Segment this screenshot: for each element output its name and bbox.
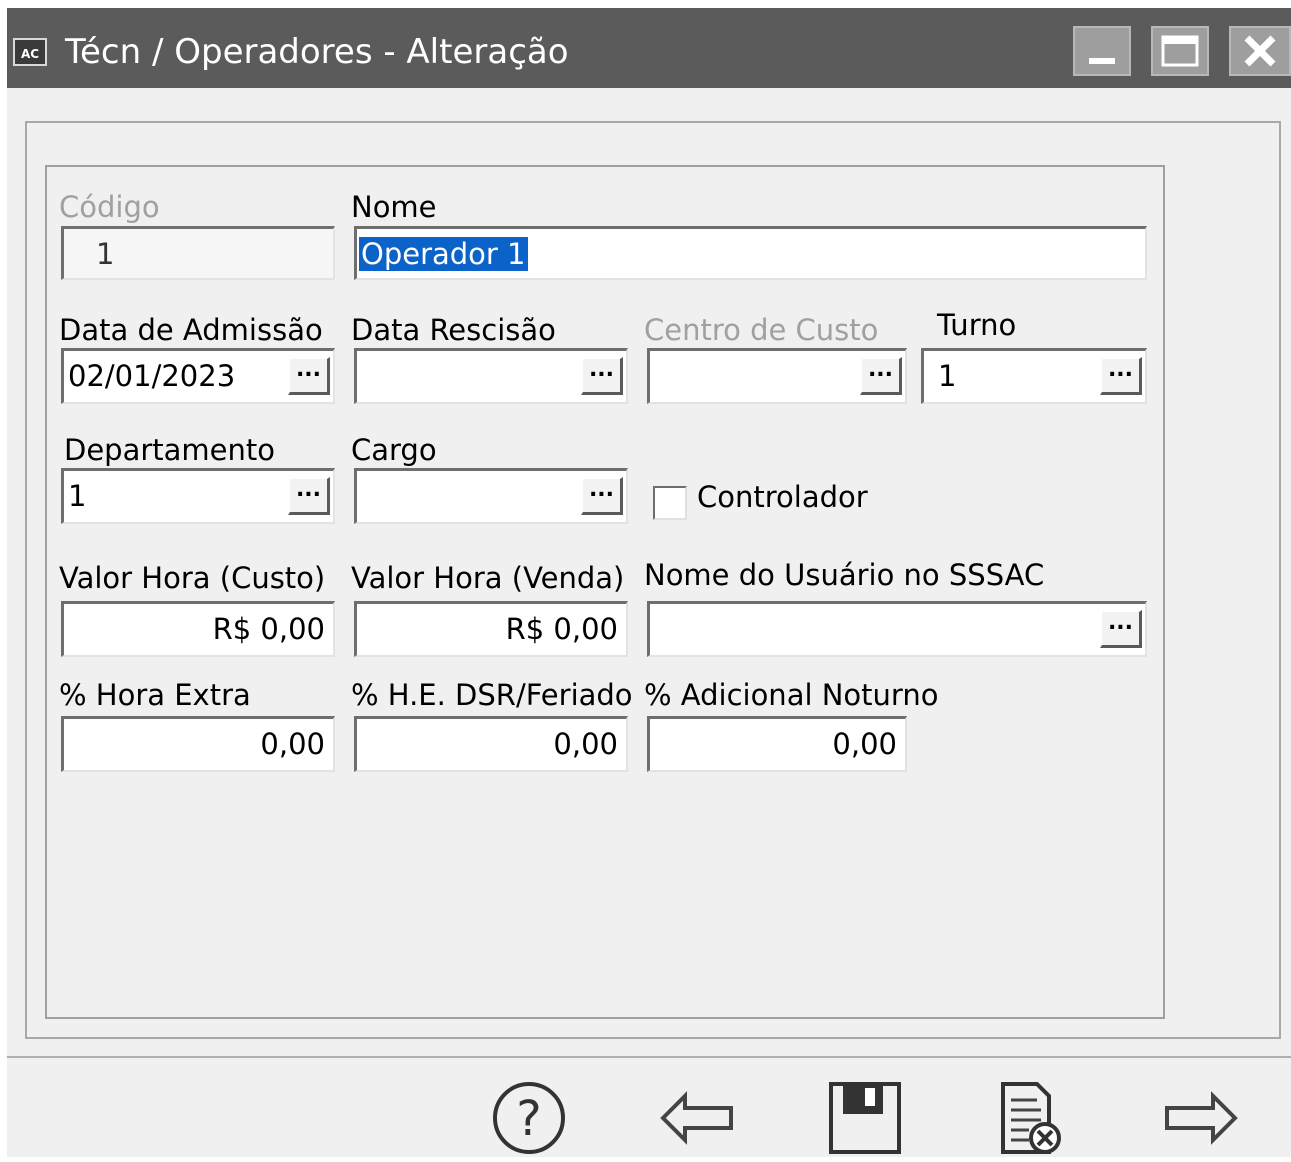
centro-custo-label: Centro de Custo: [644, 313, 879, 347]
turno-lookup-button[interactable]: ...: [1100, 357, 1142, 395]
cargo-input[interactable]: ...: [354, 468, 628, 524]
centro-custo-input[interactable]: ...: [647, 348, 907, 404]
turno-value: 1: [938, 359, 957, 393]
app-icon[interactable]: AC: [13, 38, 47, 66]
title-bar[interactable]: AC Técn / Operadores - Alteração: [7, 8, 1291, 88]
maximize-icon: [1161, 35, 1199, 67]
controlador-label[interactable]: Controlador: [697, 480, 868, 514]
he-dsr-feriado-label: % H.E. DSR/Feriado: [351, 678, 633, 712]
help-icon: ?: [493, 1082, 565, 1154]
valor-hora-venda-label: Valor Hora (Venda): [351, 561, 625, 595]
adicional-noturno-label: % Adicional Noturno: [644, 678, 939, 712]
valor-hora-custo-value: R$ 0,00: [212, 612, 325, 646]
close-button[interactable]: [1229, 26, 1291, 76]
minimize-button[interactable]: [1073, 26, 1131, 76]
adicional-noturno-value: 0,00: [832, 727, 897, 761]
operator-edit-window: AC Técn / Operadores - Alteração Código …: [7, 8, 1291, 1157]
nome-value: Operador 1: [359, 237, 528, 271]
maximize-button[interactable]: [1151, 26, 1209, 76]
help-button[interactable]: ?: [489, 1078, 569, 1158]
adicional-noturno-input[interactable]: 0,00: [647, 716, 907, 772]
usuario-sssac-lookup-button[interactable]: ...: [1100, 610, 1142, 648]
close-icon: [1244, 35, 1276, 67]
save-button[interactable]: [825, 1078, 905, 1158]
valor-hora-custo-input[interactable]: R$ 0,00: [61, 601, 335, 657]
window-title: Técn / Operadores - Alteração: [65, 32, 569, 72]
he-dsr-feriado-input[interactable]: 0,00: [354, 716, 628, 772]
data-admissao-input[interactable]: 02/01/2023 ...: [61, 348, 335, 404]
data-rescisao-lookup-button[interactable]: ...: [581, 357, 623, 395]
nome-label: Nome: [351, 190, 437, 224]
hora-extra-label: % Hora Extra: [59, 678, 251, 712]
departamento-value: 1: [68, 479, 87, 513]
data-admissao-label: Data de Admissão: [59, 313, 323, 347]
minimize-icon: [1089, 58, 1115, 64]
cancel-document-icon: [1001, 1082, 1061, 1154]
forward-arrow-icon: [1165, 1091, 1238, 1145]
usuario-sssac-input[interactable]: ...: [647, 601, 1147, 657]
valor-hora-venda-value: R$ 0,00: [505, 612, 618, 646]
back-arrow-icon: [660, 1091, 733, 1145]
turno-label: Turno: [937, 308, 1017, 342]
data-admissao-value: 02/01/2023: [68, 359, 236, 393]
cargo-lookup-button[interactable]: ...: [581, 477, 623, 515]
cancel-changes-button[interactable]: [993, 1078, 1073, 1158]
cargo-label: Cargo: [351, 433, 437, 467]
hora-extra-input[interactable]: 0,00: [61, 716, 335, 772]
save-icon: [829, 1082, 901, 1154]
departamento-label: Departamento: [64, 433, 276, 467]
previous-button[interactable]: [657, 1078, 737, 1158]
centro-custo-lookup-button[interactable]: ...: [860, 357, 902, 395]
codigo-field[interactable]: 1: [61, 226, 335, 280]
data-admissao-lookup-button[interactable]: ...: [288, 357, 330, 395]
data-rescisao-label: Data Rescisão: [351, 313, 556, 347]
usuario-sssac-label: Nome do Usuário no SSSAC: [644, 558, 1045, 592]
turno-input[interactable]: 1 ...: [921, 348, 1147, 404]
hora-extra-value: 0,00: [260, 727, 325, 761]
controlador-checkbox[interactable]: [653, 486, 687, 520]
nome-input[interactable]: Operador 1: [354, 226, 1147, 280]
codigo-value: 1: [96, 237, 115, 271]
departamento-input[interactable]: 1 ...: [61, 468, 335, 524]
he-dsr-feriado-value: 0,00: [553, 727, 618, 761]
valor-hora-custo-label: Valor Hora (Custo): [59, 561, 326, 595]
valor-hora-venda-input[interactable]: R$ 0,00: [354, 601, 628, 657]
codigo-label: Código: [59, 190, 160, 224]
toolbar-divider: [7, 1056, 1291, 1058]
data-rescisao-input[interactable]: ...: [354, 348, 628, 404]
svg-text:?: ?: [516, 1091, 541, 1147]
departamento-lookup-button[interactable]: ...: [288, 477, 330, 515]
next-button[interactable]: [1161, 1078, 1241, 1158]
